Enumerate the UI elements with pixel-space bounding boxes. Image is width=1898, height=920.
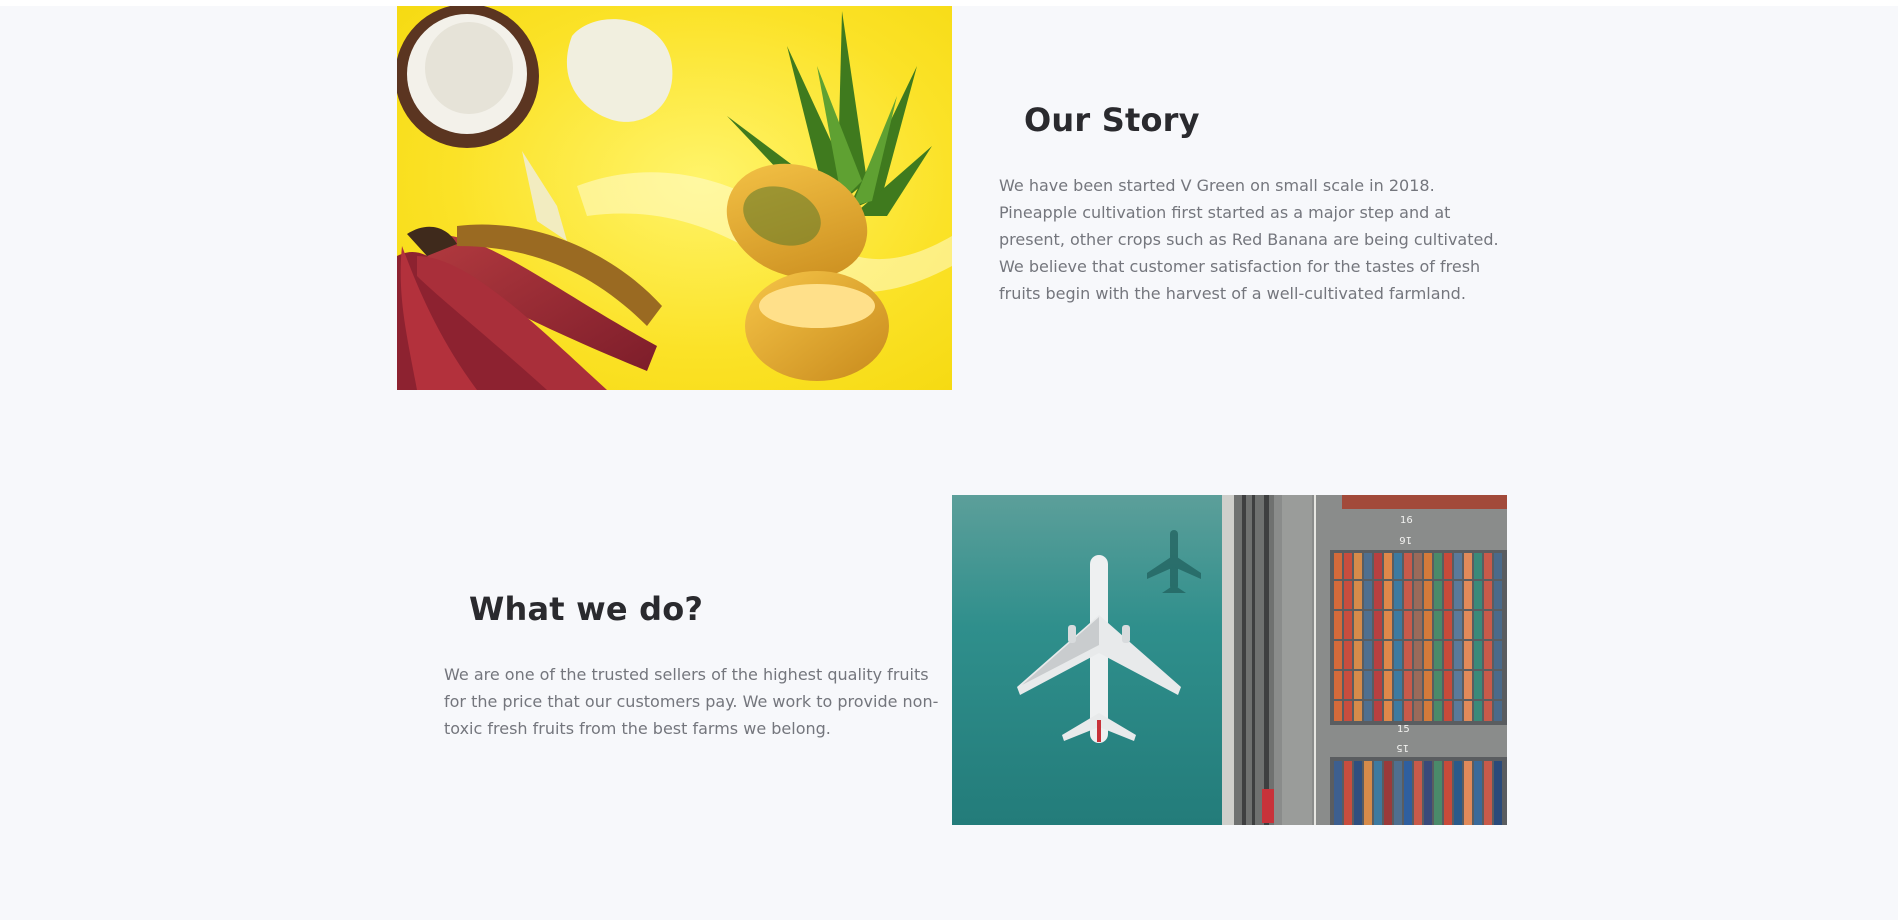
page: Our Story We have been started V Green o… — [0, 0, 1898, 920]
what-we-do-heading: What we do? — [469, 590, 704, 628]
berth-label-bottom: 15 — [1397, 724, 1410, 735]
fruits-image — [397, 6, 952, 390]
airplane-port-image: 16 16 15 15 — [952, 495, 1507, 825]
berth-label-top-inverted: 16 — [1399, 534, 1412, 545]
berth-label-bottom-inverted: 15 — [1396, 742, 1409, 753]
our-story-text: We have been started V Green on small sc… — [999, 176, 1499, 303]
what-we-do-text: We are one of the trusted sellers of the… — [444, 665, 939, 738]
our-story-heading: Our Story — [1024, 101, 1200, 139]
berth-label-top: 16 — [1400, 515, 1413, 526]
